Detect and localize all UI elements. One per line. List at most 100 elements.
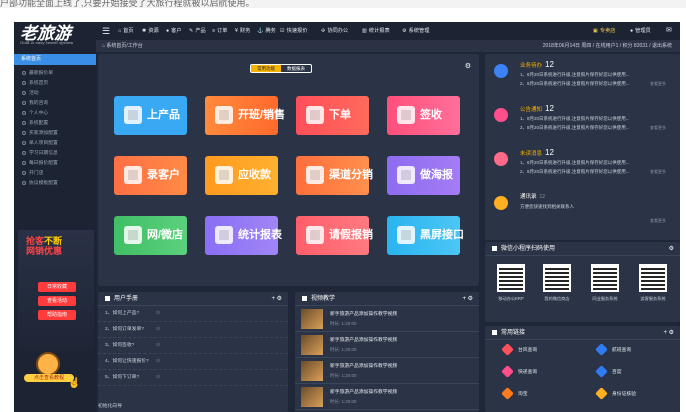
tile-add-customer[interactable]: 录客户 <box>114 156 187 195</box>
link-id-verify[interactable]: 身份证核验 <box>595 387 677 402</box>
tile-web-shop[interactable]: 网/微店 <box>114 216 187 255</box>
sidebar-item[interactable]: 学习日期信息 <box>14 149 96 159</box>
nav-item[interactable]: ⚙ 系统管理 <box>402 22 429 40</box>
tile-add-product[interactable]: 上产品 <box>114 96 187 135</box>
play-icon[interactable]: ⊙ <box>156 370 160 386</box>
promo-button[interactable]: 查看活动 <box>38 296 76 306</box>
play-icon[interactable]: ⊙ <box>156 322 160 338</box>
sidebar-item[interactable]: 系统首页 <box>14 79 96 89</box>
message-icon[interactable]: ✉ <box>666 22 672 40</box>
shop-label: 专卖店 <box>599 28 616 34</box>
sidebar-item[interactable]: 开门店 <box>14 169 96 179</box>
tile-label: 上产品 <box>147 109 180 121</box>
notice-line[interactable]: 1、8月20日系统进行升级,注意照片保存好您以供使用... <box>520 116 630 122</box>
link-taobao[interactable]: 淘宝 <box>501 387 583 402</box>
list-item[interactable]: 3、如何签收? ⊙ <box>98 338 288 354</box>
list-item[interactable]: 5、如何下订单? ⊙ <box>98 370 288 386</box>
nav-item-home[interactable]: ⌂ 首页 <box>118 22 134 40</box>
quick-actions-panel: 常用功能 数据报表 ⚙ 上产品 开班/销售 下单 签收 录客户 应收款 渠道分销… <box>98 54 479 286</box>
tab-reports[interactable]: 数据报表 <box>281 65 311 72</box>
sidebar-item[interactable]: 买家添加配置 <box>14 129 96 139</box>
tile-sign[interactable]: 签收 <box>387 96 460 135</box>
notice-line[interactable]: 1、8月20日系统进行升级,注意照片保存好您以供使用... <box>520 72 630 78</box>
plane-icon <box>595 343 608 357</box>
play-icon[interactable]: ⊙ <box>156 338 160 354</box>
link-baidu[interactable]: 百度 <box>595 365 677 380</box>
nav-item[interactable]: ✣ 协同办公 <box>321 22 348 40</box>
link-flight[interactable]: 航班查询 <box>595 343 677 358</box>
sidebar-item[interactable]: 个人中心 <box>14 109 96 119</box>
nav-item[interactable]: ▥ 统计报表 <box>362 22 390 40</box>
tile-interface[interactable]: 黑屏接口 <box>387 216 464 255</box>
notice-messages[interactable]: 未读消息 12 1、8月20日系统进行升级,注意照片保存好您以供使用... 2、8… <box>485 144 680 188</box>
sidebar-item[interactable]: 每日报价配置 <box>14 159 96 169</box>
list-item[interactable]: 2、如何订单发单? ⊙ <box>98 322 288 338</box>
nav-item[interactable]: ● 客户 <box>166 22 182 40</box>
notice-contacts[interactable]: 通讯录 12 方便您快速找到相关联系人 查看更多 <box>485 188 680 232</box>
video-item[interactable]: 新手旅游产品添加操作教学视频 时长: 1:20:00 <box>295 306 479 332</box>
sidebar-item[interactable]: 活动 <box>14 89 96 99</box>
notice-title-text: 通讯录 <box>520 194 537 200</box>
notice-announcement[interactable]: 公告通知 12 1、8月20日系统进行升级,注意照片保存好您以供使用... 2、8… <box>485 100 680 144</box>
link-label: 台风查询 <box>518 348 538 353</box>
sidebar-item[interactable]: 协议模板配置 <box>14 179 96 189</box>
link-express[interactable]: 快递查询 <box>501 365 583 380</box>
more-link[interactable]: 查看更多 <box>650 218 666 224</box>
nav-item[interactable]: ✎ 产品 <box>189 22 206 40</box>
tab-common[interactable]: 常用功能 <box>251 65 281 72</box>
tile-label: 签收 <box>420 109 442 121</box>
tile-statistics[interactable]: 统计报表 <box>205 216 282 255</box>
notice-line[interactable]: 2、8月20日系统进行升级,注意照片保存好您以供使用... <box>520 169 630 175</box>
taobao-icon <box>501 387 514 401</box>
settings-gear-icon[interactable]: ⚙ <box>669 242 674 256</box>
settings-gear-icon[interactable]: ⚙ <box>465 62 471 70</box>
list-item[interactable]: 4、如何让快速报价? ⊙ <box>98 354 288 370</box>
nav-item[interactable]: ⚓ 腾务 <box>257 22 276 40</box>
nav-item[interactable]: ≡ 订单 <box>212 22 227 40</box>
sidebar-menu: 最新报价单 系统首页 活动 我的咨询 个人中心 系统配置 买家添加配置 单人项目… <box>14 69 96 189</box>
add-settings-icons[interactable]: + ⚙ <box>462 292 473 306</box>
promo-button[interactable]: 帮助指南 <box>38 310 76 320</box>
notice-line[interactable]: 方便您快速找到相关联系人 <box>520 204 574 210</box>
sidebar-item-label: 最新报价单 <box>29 71 53 76</box>
mascot-guide[interactable]: 点击查看教程 ☝ <box>24 352 80 392</box>
tile-poster[interactable]: 做海报 <box>387 156 460 195</box>
notice-line[interactable]: 1、8月20日系统进行升级,注意照片保存好您以供使用... <box>520 160 630 166</box>
video-item[interactable]: 新手旅游产品添加操作教学视频 时长: 1:20:00 <box>295 332 479 358</box>
notice-line[interactable]: 2、8月20日系统进行升级,注意照片保存好您以供使用... <box>520 81 630 87</box>
tile-distribution[interactable]: 渠道分销 <box>296 156 373 195</box>
menu-icon[interactable]: ☰ <box>102 22 110 40</box>
sidebar-item[interactable]: 最新报价单 <box>14 69 96 79</box>
video-title: 新手旅游产品添加操作教学视频 <box>330 390 398 395</box>
play-icon[interactable]: ⊙ <box>156 306 160 322</box>
notice-todo[interactable]: 业务待办 12 1、8月20日系统进行升级,注意照片保存好您以供使用... 2、8… <box>485 56 680 100</box>
more-link[interactable]: 查看更多 <box>650 81 666 87</box>
play-icon[interactable]: ⊙ <box>156 354 160 370</box>
nav-item[interactable]: ✱ 资源 <box>142 22 159 40</box>
more-link[interactable]: 查看更多 <box>650 169 666 175</box>
sidebar-item[interactable]: 单人项目配置 <box>14 139 96 149</box>
sidebar-item[interactable]: 系统配置 <box>14 119 96 129</box>
init-wizard-link[interactable]: 初始化向导 <box>98 402 122 409</box>
list-item[interactable]: 1、如何上产品? ⊙ <box>98 306 288 322</box>
shop-link[interactable]: ▣ 专卖店 <box>593 22 615 40</box>
video-item[interactable]: 新手旅游产品添加操作教学视频 时长: 1:20:00 <box>295 358 479 384</box>
video-item[interactable]: 新手旅游产品添加操作教学视频 时长: 1:20:00 <box>295 384 479 410</box>
nav-item[interactable]: ¥ 财务 <box>235 22 250 40</box>
sidebar-header[interactable]: 系统首页 <box>14 54 96 65</box>
logo[interactable]: 老旅游 Gold & easy travel system <box>20 24 90 48</box>
tile-order[interactable]: 下单 <box>296 96 369 135</box>
tile-sales[interactable]: 开班/销售 <box>205 96 285 135</box>
tile-expense[interactable]: 请假报销 <box>296 216 373 255</box>
notice-line[interactable]: 2、8月20日系统进行升级,注意照片保存好您以供使用... <box>520 125 630 131</box>
sidebar-item[interactable]: 我的咨询 <box>14 99 96 109</box>
add-settings-icons[interactable]: + ⚙ <box>663 326 674 340</box>
more-link[interactable]: 查看更多 <box>650 125 666 131</box>
promo-button[interactable]: 日常收藏 <box>38 282 76 292</box>
tile-receivable[interactable]: 应收款 <box>205 156 278 195</box>
nav-item[interactable]: ☑ 快速报价 <box>280 22 307 40</box>
link-typhoon[interactable]: 台风查询 <box>501 343 583 358</box>
promo-banner[interactable]: 抢客不断 网销优惠 日常收藏 查看活动 帮助指南 <box>18 230 94 350</box>
user-menu[interactable]: ● 管理员 <box>630 22 651 40</box>
add-settings-icons[interactable]: + ⚙ <box>271 292 282 306</box>
